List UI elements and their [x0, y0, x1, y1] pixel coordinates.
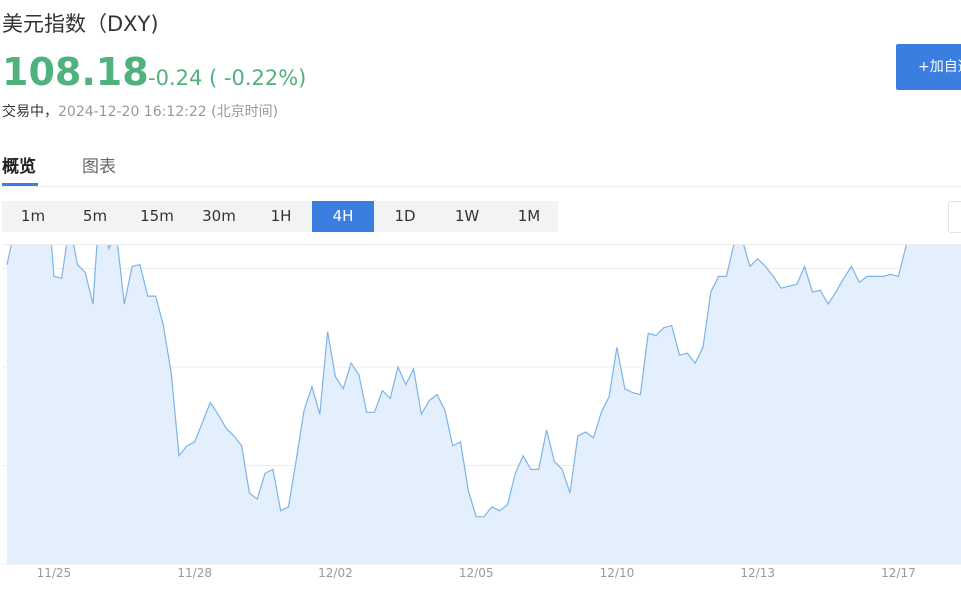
page-title: 美元指数（DXY): [2, 12, 159, 36]
period-4h[interactable]: 4H: [312, 201, 374, 232]
x-tick-label: 12/17: [881, 566, 916, 580]
period-5m[interactable]: 5m: [64, 201, 126, 232]
x-tick-label: 12/02: [318, 566, 353, 580]
x-tick-label: 11/25: [37, 566, 72, 580]
x-tick-label: 12/05: [459, 566, 494, 580]
period-30m[interactable]: 30m: [188, 201, 250, 232]
x-tick-label: 12/13: [740, 566, 775, 580]
period-1w[interactable]: 1W: [436, 201, 498, 232]
tab-overview[interactable]: 概览: [2, 152, 36, 177]
chart-tool-button[interactable]: [948, 201, 961, 233]
trading-status: 交易中，2024-12-20 16:12:22 (北京时间): [2, 101, 278, 121]
period-selector: 1m 5m 15m 30m 1H 4H 1D 1W 1M: [2, 201, 558, 232]
tab-chart[interactable]: 图表: [82, 152, 116, 177]
status-timestamp: 2024-12-20 16:12:22 (北京时间): [58, 104, 279, 120]
x-tick-label: 12/10: [600, 566, 635, 580]
price-chart-svg: 105.50106.00106.50107.00107.50108.00108.…: [2, 245, 961, 580]
period-1m[interactable]: 1m: [2, 201, 64, 232]
current-price: 108.18: [2, 50, 149, 94]
period-15m[interactable]: 15m: [126, 201, 188, 232]
price-chart: 105.50106.00106.50107.00107.50108.00108.…: [2, 244, 961, 589]
period-1d[interactable]: 1D: [374, 201, 436, 232]
period-1h[interactable]: 1H: [250, 201, 312, 232]
tab-bar: 概览 图表: [0, 150, 961, 187]
add-watchlist-button[interactable]: +加自选: [896, 44, 961, 90]
tab-active-indicator: [2, 183, 38, 186]
status-label: 交易中，: [2, 104, 58, 120]
price-change: -0.24 ( -0.22%): [148, 66, 307, 90]
x-tick-label: 11/28: [177, 566, 212, 580]
period-1mo[interactable]: 1M: [498, 201, 560, 232]
